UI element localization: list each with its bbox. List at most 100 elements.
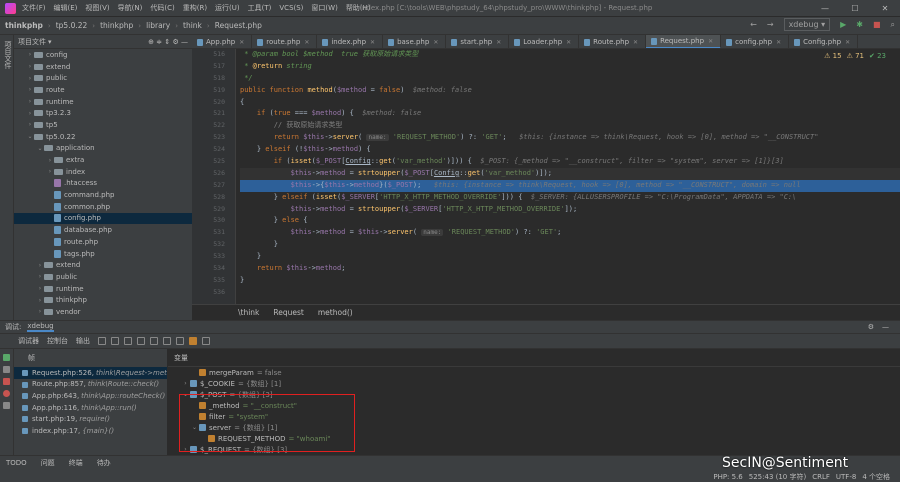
chevron-right-icon[interactable]: ›	[36, 285, 44, 292]
minimize-icon[interactable]: —	[810, 0, 840, 17]
close-icon[interactable]: ✕	[708, 38, 713, 45]
debug-session-tab[interactable]: xdebug	[27, 322, 54, 332]
project-tool-button[interactable]: 项目文件	[3, 41, 13, 69]
tree-folder[interactable]: › tp3.2.3	[14, 107, 192, 119]
stop-icon[interactable]	[3, 378, 10, 385]
resume-icon[interactable]	[3, 354, 10, 361]
output-tab[interactable]: 输出	[76, 336, 90, 346]
menu-item[interactable]: VCS(S)	[279, 4, 303, 12]
menu-item[interactable]: 代码(C)	[150, 3, 174, 13]
close-icon[interactable]: ✕	[870, 0, 900, 17]
tree-folder[interactable]: › runtime	[14, 283, 192, 295]
tree-file[interactable]: command.php	[14, 189, 192, 201]
gear-icon[interactable]: ⚙	[172, 38, 178, 46]
variable-row[interactable]: › $_COOKIE = {数组} [1]	[168, 378, 900, 389]
menu-item[interactable]: 工具(T)	[248, 3, 272, 13]
debug-icon[interactable]: ✱	[856, 20, 863, 29]
tree-folder[interactable]: › thinkphp	[14, 294, 192, 306]
close-icon[interactable]: ✕	[776, 39, 781, 46]
run-config-select[interactable]: xdebug ▾	[783, 18, 831, 31]
tree-folder[interactable]: › extend	[14, 259, 192, 271]
chevron-down-icon[interactable]: ⌄	[190, 424, 199, 431]
variable-row[interactable]: ⌄ $_POST = {数组} [3]	[168, 389, 900, 400]
chevron-right-icon[interactable]: ›	[26, 75, 34, 82]
menu-item[interactable]: 文件(F)	[22, 3, 46, 13]
file-encoding[interactable]: UTF-8	[836, 473, 856, 481]
close-icon[interactable]: ✕	[433, 39, 438, 46]
tree-file[interactable]: .htaccess	[14, 178, 192, 190]
menu-item[interactable]: 导航(N)	[118, 3, 143, 13]
variable-row[interactable]: _method = "__construct"	[168, 400, 900, 411]
chevron-right-icon[interactable]: ›	[36, 273, 44, 280]
editor-tab[interactable]: config.php ✕	[721, 35, 790, 48]
variable-row[interactable]: mergeParam = false	[168, 367, 900, 378]
close-icon[interactable]: ✕	[845, 39, 850, 46]
console-tab[interactable]: 控制台	[47, 336, 68, 346]
tree-folder[interactable]: › public	[14, 72, 192, 84]
menu-item[interactable]: 运行(U)	[215, 3, 240, 13]
variable-row[interactable]: ⌄ server = {数组} [1]	[168, 422, 900, 433]
chevron-right-icon[interactable]: ›	[46, 168, 54, 175]
maximize-icon[interactable]: ☐	[840, 0, 870, 17]
editor-tab[interactable]: Route.php ✕	[579, 35, 647, 48]
bottom-tool-button[interactable]: 问题	[41, 458, 55, 468]
frame-row[interactable]: App.php:643, think\App::routeCheck()	[14, 390, 167, 402]
chevron-right-icon[interactable]: ›	[46, 157, 54, 164]
tree-folder[interactable]: › extend	[14, 61, 192, 73]
menu-item[interactable]: 重构(R)	[183, 3, 207, 13]
chevron-right-icon[interactable]: ›	[181, 446, 190, 453]
gear-icon[interactable]: ⚙	[868, 323, 874, 331]
editor-tab[interactable]: Config.php ✕	[789, 35, 859, 48]
stop-icon[interactable]: ■	[873, 20, 881, 29]
pause-icon[interactable]	[3, 366, 10, 373]
locate-icon[interactable]: ⊕	[148, 38, 154, 46]
close-icon[interactable]: ✕	[566, 39, 571, 46]
close-icon[interactable]: ✕	[633, 39, 638, 46]
run-icon[interactable]: ▶	[840, 20, 846, 29]
tree-folder[interactable]: › vendor	[14, 306, 192, 318]
chevron-right-icon[interactable]: ›	[36, 297, 44, 304]
editor-tab[interactable]: Request.php ✕	[646, 35, 722, 48]
tree-folder[interactable]: › runtime	[14, 96, 192, 108]
chevron-right-icon[interactable]: ›	[26, 110, 34, 117]
editor-tab[interactable]: base.php ✕	[383, 35, 447, 48]
step-out-icon[interactable]	[150, 337, 158, 345]
frame-row[interactable]: index.php:17, {main}()	[14, 425, 167, 437]
nav-crumb[interactable]: library	[141, 21, 175, 30]
tree-folder[interactable]: ⌄ tp5.0.22	[14, 131, 192, 143]
collapse-icon[interactable]: ≑	[156, 38, 162, 46]
back-icon[interactable]: ←	[750, 20, 757, 29]
cursor-position[interactable]: 525:43 (10 字符)	[749, 472, 806, 482]
editor-tab[interactable]: index.php ✕	[317, 35, 384, 48]
tree-folder[interactable]: ⌄ application	[14, 143, 192, 155]
close-icon[interactable]: ✕	[370, 39, 375, 46]
menu-item[interactable]: 窗口(W)	[311, 3, 337, 13]
close-icon[interactable]: ✕	[496, 39, 501, 46]
variable-row[interactable]: › $_REQUEST = {数组} [3]	[168, 444, 900, 455]
tree-folder[interactable]: › config	[14, 49, 192, 61]
chevron-down-icon[interactable]: ⌄	[26, 133, 34, 140]
chevron-right-icon[interactable]: ›	[36, 308, 44, 315]
frame-row[interactable]: start.php:19, require()	[14, 413, 167, 425]
tree-folder[interactable]: › public	[14, 271, 192, 283]
chevron-right-icon[interactable]: ›	[26, 121, 34, 128]
chevron-down-icon[interactable]: ⌄	[36, 145, 44, 152]
nav-crumb[interactable]: think	[178, 21, 207, 30]
chevron-right-icon[interactable]: ›	[181, 380, 190, 387]
tree-file[interactable]: config.php	[14, 212, 192, 225]
mute-breakpoints-icon[interactable]	[3, 402, 10, 409]
step-into-icon[interactable]	[124, 337, 132, 345]
debugger-tab[interactable]: 调试器	[18, 336, 39, 346]
tree-folder[interactable]: › index	[14, 166, 192, 178]
evaluate-icon[interactable]	[176, 337, 184, 345]
menu-item[interactable]: 编辑(E)	[54, 3, 78, 13]
frame-row[interactable]: App.php:116, think\App::run()	[14, 402, 167, 414]
step-over-icon[interactable]	[111, 337, 119, 345]
editor-tab[interactable]: Loader.php ✕	[509, 35, 580, 48]
breadcrumb-item[interactable]: method()	[318, 308, 353, 317]
tree-file[interactable]: common.php	[14, 201, 192, 213]
code-editor[interactable]: 516 517 518 519 520 521 522 523 524 525 526 527 528 5…	[192, 49, 900, 304]
view-breakpoints-icon[interactable]	[3, 390, 10, 397]
tree-file[interactable]: tags.php	[14, 248, 192, 260]
search-icon[interactable]: ⌕	[891, 20, 895, 30]
